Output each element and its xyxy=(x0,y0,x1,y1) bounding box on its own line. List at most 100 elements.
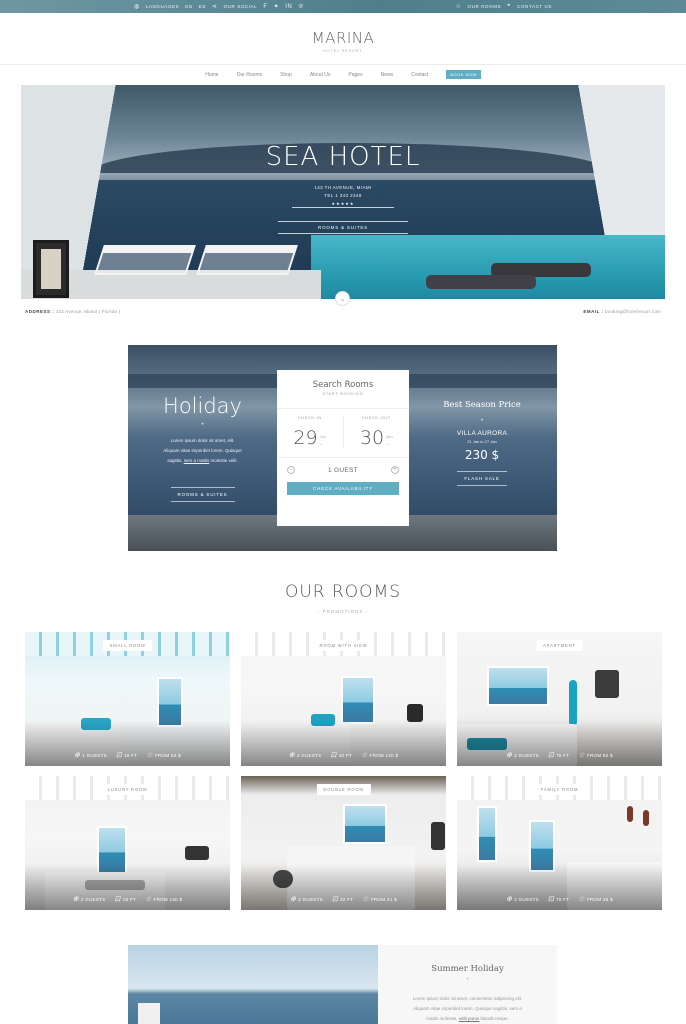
room-size-value: 70 FT xyxy=(556,896,570,902)
plus-icon[interactable]: + xyxy=(390,466,399,474)
room-guests-value: 2 GUESTS xyxy=(514,752,539,758)
room-window xyxy=(343,804,387,844)
room-tag: FAMILY ROOM xyxy=(533,784,586,795)
rooms-section-title: OUR ROOMS xyxy=(284,582,402,602)
summer-dot: • xyxy=(466,977,469,983)
checkin-month-block: Jun ⌄ xyxy=(320,433,326,447)
room-card-small-room[interactable]: SMALL ROOM ⊕ 1 GUESTS ⊡ 15 FT ☆ FROM 50 $ xyxy=(25,632,230,766)
nav-pages[interactable]: Pages xyxy=(348,72,362,78)
nav-home[interactable]: Home xyxy=(205,72,218,78)
summer-text-line: Aliquam vitae imperdiet lorem. Quisque s… xyxy=(413,1006,522,1011)
hero-address-line: 143 TH AVENUE, MIAMI xyxy=(314,185,372,190)
room-price: ☆ FROM 120 $ xyxy=(361,751,398,759)
room-art xyxy=(627,806,633,822)
checkout-date[interactable]: 30 Jun ⌄ xyxy=(344,427,410,449)
location-pin-icon: ⌖ xyxy=(507,3,512,9)
top-bar: ◍ LANGUAGES EN ES ⋖ OUR SOCIAL f ✦ in ℗ … xyxy=(0,0,686,13)
room-tag: SMALL ROOM xyxy=(102,640,153,651)
minus-icon[interactable]: − xyxy=(287,466,295,474)
address-label: ADDRESS : xyxy=(25,309,55,314)
room-window xyxy=(341,676,375,724)
hero-title: SEA HOTEL xyxy=(265,142,421,172)
room-card-apartment[interactable]: APARTMENT ⊕ 2 GUESTS ⊡ 75 FT ☆ FROM 80 $ xyxy=(457,632,662,766)
nav-shop[interactable]: Shop xyxy=(280,72,292,78)
hero-rule xyxy=(292,207,394,208)
email-value[interactable]: booking@hotelresort.com xyxy=(605,309,661,314)
search-rooms-card: Search Rooms START BOOKING CHECK-IN 29 J… xyxy=(277,370,409,526)
logo[interactable]: MARINA HOTEL RESORT xyxy=(0,29,686,53)
address-info: ADDRESS : 143 Avenue, Miami ( Florida ) xyxy=(25,309,120,314)
guests-icon: ⊕ xyxy=(72,896,79,903)
twitter-icon[interactable]: ✦ xyxy=(274,3,280,10)
checkin-date[interactable]: 29 Jun ⌄ xyxy=(277,427,343,449)
nav-our-rooms[interactable]: Our Rooms xyxy=(237,72,263,78)
hero-lounger xyxy=(196,245,298,275)
holiday-text-line: Lorem ipsum dolor sit amet, elit. xyxy=(170,438,235,443)
star-icon: ☆ xyxy=(455,4,462,10)
room-tag: LUXURY ROOM xyxy=(100,784,155,795)
checkout-month-block: Jun ⌄ xyxy=(386,433,392,447)
lang-es-link[interactable]: ES xyxy=(199,4,206,9)
holiday-rooms-suites-button[interactable]: ROOMS & SUITES xyxy=(170,487,235,502)
hero-rooms-suites-button[interactable]: ROOMS & SUITES xyxy=(21,225,665,230)
room-size-value: 40 FT xyxy=(338,752,352,758)
summer-text-link[interactable]: velit purus xyxy=(459,1016,480,1021)
size-icon: ⊡ xyxy=(114,896,121,903)
star-icon: ☆ xyxy=(578,752,585,759)
nav-news[interactable]: News xyxy=(381,72,394,78)
room-size-value: 75 FT xyxy=(556,752,570,758)
flash-sale-button[interactable]: FLASH SALE xyxy=(457,471,507,486)
room-size-value: 22 FT xyxy=(340,896,354,902)
our-rooms-link[interactable]: OUR ROOMS xyxy=(468,4,502,9)
room-tag: APARTMENT xyxy=(536,640,583,651)
checkout-picker[interactable]: CHECK-OUT 30 Jun ⌄ xyxy=(342,415,410,449)
checkout-month: Jun xyxy=(386,434,393,439)
top-bar-right: ☆ OUR ROOMS ⌖ CONTACT US xyxy=(456,3,552,10)
guests-icon: ⊕ xyxy=(288,752,295,759)
room-overlay xyxy=(457,864,662,910)
globe-icon: ◍ xyxy=(134,4,140,10)
summer-text: Lorem ipsum dolor sit amet, consectetur … xyxy=(390,994,545,1024)
checkout-day: 30 xyxy=(359,427,385,449)
contact-link[interactable]: CONTACT US xyxy=(517,4,552,9)
logo-name[interactable]: MARINA xyxy=(0,29,686,47)
room-tag: DOUBLE ROOM xyxy=(316,784,371,795)
summer-text-line: Lorem ipsum dolor sit amet, consectetur … xyxy=(412,996,523,1001)
best-price-panel: Best Season Price • VILLA AURORA 21 Jan … xyxy=(407,345,557,551)
summer-holiday-section: Summer Holiday • Lorem ipsum dolor sit a… xyxy=(128,945,557,1024)
summer-photo xyxy=(128,945,378,1024)
chevron-down-icon[interactable]: ⌄ xyxy=(320,441,323,446)
book-now-button[interactable]: BOOK NOW xyxy=(446,70,481,79)
check-availability-button[interactable]: CHECK AVAILABILITY xyxy=(287,482,399,495)
share-icon: ⋖ xyxy=(211,4,218,10)
room-size: ⊡ 70 FT xyxy=(548,895,569,903)
linkedin-icon[interactable]: in xyxy=(285,4,292,10)
checkin-picker[interactable]: CHECK-IN 29 Jun ⌄ xyxy=(277,415,343,449)
guest-stepper: − 1 GUEST + xyxy=(277,466,409,474)
holiday-text-link[interactable]: sem a mattis xyxy=(184,458,210,463)
room-card-family-room[interactable]: FAMILY ROOM ⊕ 2 GUESTS ⊡ 70 FT ☆ FROM 35 $ xyxy=(457,776,662,910)
nav-about-us[interactable]: About Us xyxy=(310,72,331,78)
holiday-text-line: sagittis, sem a mattis molestie velit. xyxy=(145,456,260,466)
header-divider xyxy=(0,64,686,65)
nav-contact[interactable]: Contact xyxy=(411,72,428,78)
size-icon: ⊡ xyxy=(330,752,337,759)
search-subtitle: START BOOKING xyxy=(322,392,364,396)
villa-dates: 21 Jan to 27 Jan xyxy=(467,439,497,444)
facebook-icon[interactable]: f xyxy=(263,4,267,10)
room-card-luxury-room[interactable]: LUXURY ROOM ⊕ 2 GUESTS ⊡ 18 FT ☆ FROM 180 $ xyxy=(25,776,230,910)
room-card-double-room[interactable]: DOUBLE ROOM ⊕ 2 GUESTS ⊡ 22 FT ☆ FROM 21 $ xyxy=(241,776,446,910)
room-guests-value: 1 GUESTS xyxy=(82,752,107,758)
room-meta: ⊕ 2 GUESTS ⊡ 22 FT ☆ FROM 21 $ xyxy=(241,895,446,903)
search-title: Search Rooms xyxy=(312,380,374,390)
room-meta: ⊕ 2 GUESTS ⊡ 18 FT ☆ FROM 180 $ xyxy=(25,895,230,903)
size-icon: ⊡ xyxy=(331,896,339,903)
room-meta: ⊕ 2 GUESTS ⊡ 75 FT ☆ FROM 80 $ xyxy=(457,751,662,759)
chevron-down-icon[interactable]: ⌄ xyxy=(386,441,389,446)
room-card-room-with-view[interactable]: ROOM WITH VIEW ⊕ 4 GUESTS ⊡ 40 FT ☆ FROM 12… xyxy=(241,632,446,766)
pinterest-icon[interactable]: ℗ xyxy=(298,4,303,10)
scroll-down-button[interactable]: ⌄ xyxy=(335,291,350,306)
room-size: ⊡ 22 FT xyxy=(332,895,353,903)
lang-en-link[interactable]: EN xyxy=(185,4,192,9)
languages-link[interactable]: LANGUAGES xyxy=(146,4,179,9)
